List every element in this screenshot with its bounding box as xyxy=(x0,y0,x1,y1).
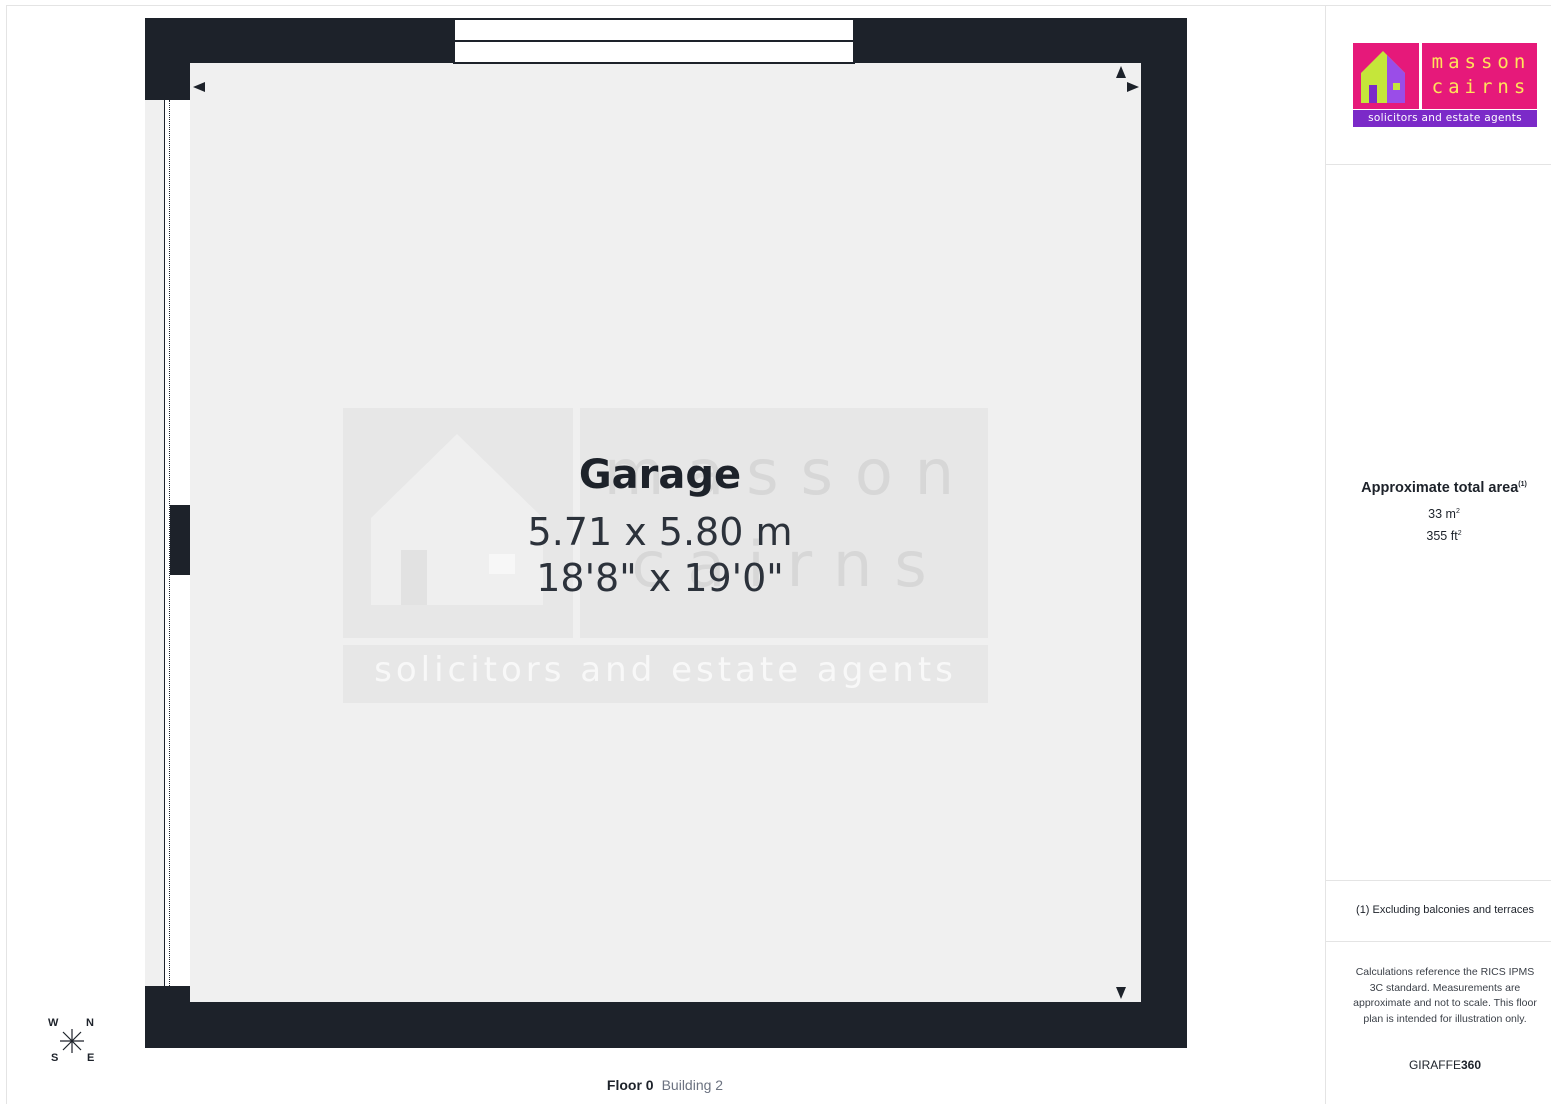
logo-tagline: solicitors and estate agents xyxy=(1368,112,1522,124)
room-dimensions-metric: 5.71 x 5.80 m xyxy=(527,510,793,554)
floor-caption: Floor 0 Building 2 xyxy=(560,1077,770,1093)
compass-e: E xyxy=(87,1052,95,1064)
giraffe360-brand: GIRAFFE360 xyxy=(1338,1058,1551,1072)
company-logo: masson cairns solicitors and estate agen… xyxy=(1353,43,1537,127)
calculation-note: Calculations reference the RICS IPMS 3C … xyxy=(1353,966,1537,1025)
sidebar-divider xyxy=(1326,941,1551,942)
area-title-text: Approximate total area xyxy=(1361,480,1519,496)
logo-line1: masson xyxy=(1431,51,1531,73)
dimension-arrow-down-icon xyxy=(1116,987,1126,999)
floor-label: Floor 0 xyxy=(606,1077,654,1093)
area-imperial: 355 ft2 xyxy=(1338,529,1550,543)
wall-left-upper xyxy=(145,18,191,100)
compass-n: N xyxy=(86,1017,94,1029)
wall-left-lower xyxy=(145,986,191,1048)
dimension-arrow-right-icon xyxy=(1127,82,1139,92)
logo-line2: cairns xyxy=(1431,76,1531,98)
watermark-tagline: solicitors and estate agents xyxy=(374,650,957,690)
room-dimensions-imperial: 18'8" x 19'0" xyxy=(536,556,784,600)
area-title-note: (1) xyxy=(1518,481,1527,489)
compass: W N S E xyxy=(46,1016,98,1066)
room-name: Garage xyxy=(578,452,742,498)
wall-right xyxy=(1141,18,1187,1048)
compass-w: W xyxy=(48,1017,59,1029)
area-footnote: (1) Excluding balconies and terraces xyxy=(1356,904,1534,916)
sidebar-divider xyxy=(1326,880,1551,881)
logo-separator xyxy=(1419,43,1422,109)
wall-bottom xyxy=(145,1002,1187,1048)
area-imperial-sup: 2 xyxy=(1457,529,1462,537)
door-threshold xyxy=(145,100,164,986)
brand-part1: GIRAFFE xyxy=(1408,1058,1461,1072)
building-label: Building 2 xyxy=(661,1077,724,1093)
logo-house-icon xyxy=(1361,51,1405,103)
area-metric: 33 m2 xyxy=(1338,507,1550,521)
compass-star-icon xyxy=(60,1029,84,1053)
dimension-arrow-up-icon xyxy=(1116,66,1126,78)
sidebar-divider xyxy=(1326,164,1551,165)
area-metric-sup: 2 xyxy=(1455,507,1460,515)
area-imperial-value: 355 ft xyxy=(1426,529,1458,543)
area-title: Approximate total area(1) xyxy=(1338,480,1550,496)
dimension-arrow-left-icon xyxy=(193,82,205,92)
info-sidebar xyxy=(1325,5,1551,1104)
garage-door xyxy=(164,100,170,986)
area-metric-value: 33 m xyxy=(1428,507,1456,521)
window xyxy=(453,18,855,64)
brand-part2: 360 xyxy=(1460,1058,1482,1072)
